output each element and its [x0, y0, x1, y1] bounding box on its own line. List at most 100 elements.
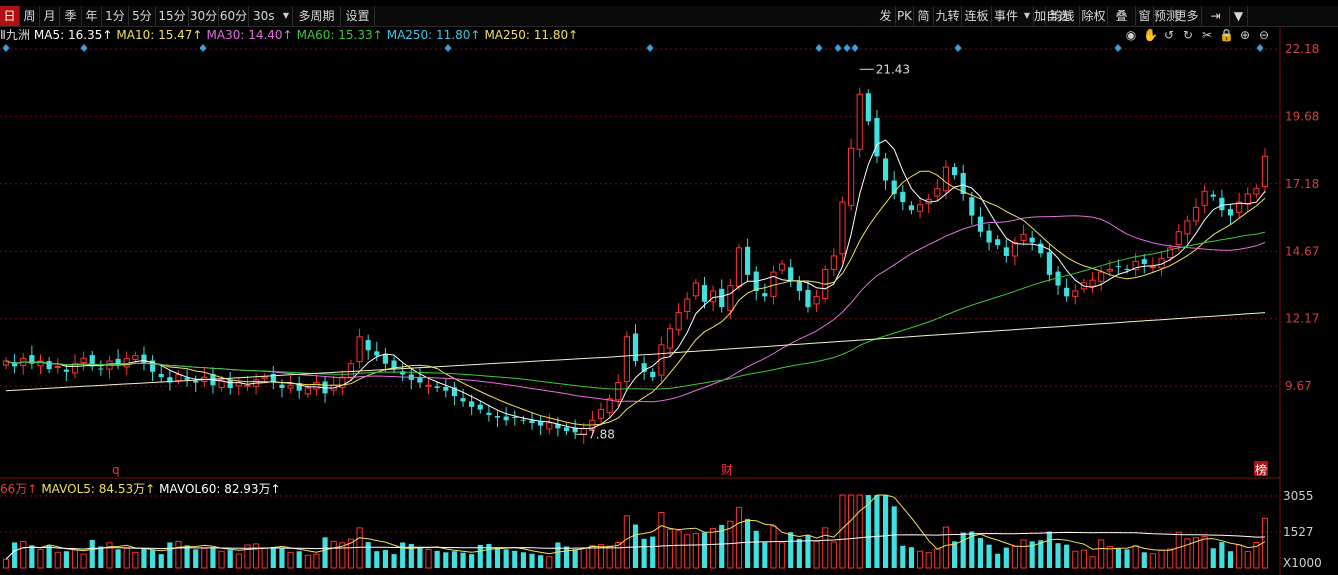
candle-body [132, 355, 139, 360]
event-diamond-icon[interactable] [646, 44, 654, 52]
marker-cai[interactable]: 财 [721, 463, 733, 477]
period-button-15m[interactable]: 15分 [156, 6, 189, 26]
volume-bar [2, 558, 10, 569]
period-button-5m[interactable]: 5分 [129, 6, 156, 26]
marker-q[interactable]: q [112, 463, 120, 477]
period-button-60m[interactable]: 60分 [219, 6, 249, 26]
candle-body [856, 93, 863, 150]
period-button-day[interactable]: 日 [0, 6, 20, 26]
period-button-year[interactable]: 年 [82, 6, 102, 26]
candle-body [942, 166, 950, 192]
volume-bar [701, 532, 708, 568]
event-diamond-icon[interactable] [2, 44, 10, 52]
volume-bar [132, 551, 139, 569]
volume-bar [158, 554, 164, 568]
candle-body [951, 167, 958, 176]
volume-bar [632, 524, 639, 568]
event-diamond-icon[interactable] [80, 44, 88, 52]
candle-body [847, 147, 855, 206]
event-diamond-icon[interactable] [834, 44, 842, 52]
volume-bar [1236, 544, 1243, 569]
candle-body [123, 357, 130, 368]
tool-button-jiazixuan[interactable]: 加自选 [1034, 6, 1070, 26]
volume-bar [46, 545, 52, 568]
candle-body [796, 281, 802, 291]
candle-body [666, 328, 674, 349]
volume-bar [434, 550, 440, 568]
event-diamond-icon[interactable] [815, 44, 823, 52]
candle-body [969, 197, 975, 216]
volume-bar [1219, 542, 1225, 568]
period-button-season[interactable]: 季 [60, 6, 82, 26]
price-axis-label: 12.17 [1285, 312, 1319, 326]
low-price-label: 7.88 [588, 427, 615, 441]
candle-body [1020, 233, 1027, 241]
tool-button-chuquan[interactable]: 除权 [1080, 6, 1108, 26]
candle-body [365, 340, 371, 351]
event-diamond-icon[interactable] [1114, 44, 1122, 52]
tool-button-more[interactable]: 更多 [1172, 6, 1202, 26]
event-diamond-icon[interactable] [843, 44, 851, 52]
tool-button-jiuzhuan[interactable]: 九转 [934, 6, 962, 26]
event-diamond-icon[interactable] [1256, 44, 1264, 52]
period-button-30s[interactable]: 30s [249, 6, 293, 26]
tool-button-yuce[interactable]: 预测 [1154, 6, 1178, 26]
volume-bar [279, 548, 285, 568]
volume-bar [900, 545, 906, 568]
volume-bar [115, 549, 121, 568]
volume-bar [193, 549, 199, 568]
candle-body [98, 368, 104, 370]
candle-body [813, 295, 820, 305]
candle-body [347, 363, 355, 378]
volume-bar [313, 553, 320, 569]
volume-bar [589, 545, 596, 569]
period-button-multi[interactable]: 多周期 [293, 6, 341, 26]
volume-bar [520, 552, 526, 568]
tool-button-die[interactable]: 叠 [1108, 6, 1136, 26]
volume-bar [692, 533, 699, 569]
volume-bar [235, 553, 242, 569]
tool-button-lianban[interactable]: 连板 [962, 6, 992, 26]
period-button-1m[interactable]: 1分 [102, 6, 129, 26]
candle-body [175, 373, 182, 381]
volume-bar [296, 551, 302, 568]
volume-bar [365, 542, 371, 568]
tool-button-junxian[interactable]: 均线 [1046, 6, 1080, 26]
candle-body [486, 412, 492, 415]
volume-bar [356, 527, 363, 569]
marker-bang[interactable]: 榜 [1255, 462, 1267, 477]
event-diamond-icon[interactable] [954, 44, 962, 52]
candle-body [762, 293, 768, 297]
volume-bar [477, 545, 483, 568]
candle-body [1141, 259, 1147, 265]
tool-button-exit[interactable]: ⇥ [1202, 6, 1230, 26]
candle-body [995, 239, 1001, 246]
candle-body [727, 285, 734, 311]
volume-bar [874, 495, 880, 568]
tool-button-jian[interactable]: 简 [914, 6, 934, 26]
candle-body [520, 419, 526, 421]
tool-button-menu[interactable]: ▼ [1230, 6, 1248, 26]
event-diamond-icon[interactable] [199, 44, 207, 52]
volume-bar [512, 550, 518, 568]
event-diamond-icon[interactable] [851, 44, 859, 52]
candle-body [1149, 266, 1156, 269]
tool-button-shijian[interactable]: 事件 [992, 6, 1034, 26]
event-diamond-icon[interactable] [444, 44, 452, 52]
candle-body [1106, 268, 1113, 272]
tool-button-pk[interactable]: PK [896, 6, 914, 26]
volume-bar [563, 546, 570, 568]
volume-bar [503, 549, 509, 568]
period-button-30m[interactable]: 30分 [189, 6, 219, 26]
volume-bar [29, 545, 35, 568]
period-button-week[interactable]: 周 [20, 6, 40, 26]
candle-body [374, 351, 380, 356]
tool-button-chuang[interactable]: 窗 [1136, 6, 1154, 26]
volume-bar [710, 528, 717, 569]
volume-bar [813, 541, 820, 569]
volume-bar [1167, 548, 1174, 569]
period-button-settings[interactable]: 设置 [341, 6, 375, 26]
period-button-month[interactable]: 月 [40, 6, 60, 26]
tool-button-fa[interactable]: 发 [876, 6, 896, 26]
candle-body [244, 384, 251, 387]
